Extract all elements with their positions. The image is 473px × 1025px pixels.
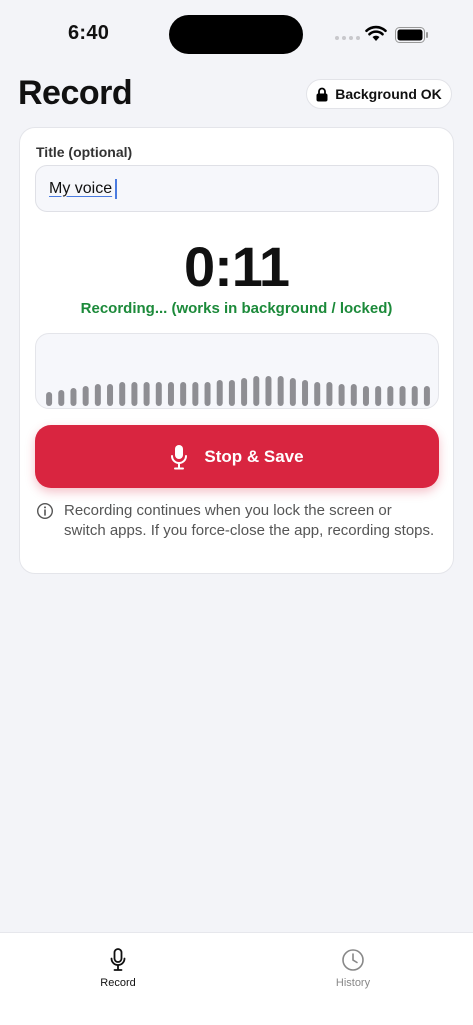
waveform-bar bbox=[399, 386, 406, 406]
waveform-bar bbox=[192, 382, 199, 406]
recording-timer: 0:11 bbox=[184, 235, 290, 298]
waveform-bar bbox=[204, 382, 211, 406]
wifi-icon bbox=[365, 25, 387, 41]
waveform-bar bbox=[326, 382, 333, 406]
waveform-bar bbox=[82, 386, 89, 406]
waveform-bar bbox=[155, 382, 162, 406]
text-caret bbox=[115, 178, 117, 199]
waveform-bar bbox=[241, 378, 248, 406]
badge-label: Background OK bbox=[335, 86, 442, 102]
waveform-visualizer bbox=[35, 333, 439, 409]
cellular-signal-icon bbox=[335, 36, 360, 40]
waveform-bar bbox=[46, 392, 53, 406]
waveform-bar bbox=[423, 386, 430, 406]
waveform-bar bbox=[289, 378, 296, 406]
waveform-bar bbox=[350, 384, 357, 406]
waveform-bar bbox=[411, 386, 418, 406]
waveform-bars bbox=[46, 376, 430, 406]
info-icon bbox=[36, 502, 54, 520]
waveform-bar bbox=[119, 382, 126, 406]
tab-record[interactable]: Record bbox=[58, 948, 178, 989]
waveform-bar bbox=[265, 376, 272, 406]
microphone-icon bbox=[171, 444, 188, 469]
status-bar: 6:40 bbox=[0, 0, 473, 70]
waveform-bar bbox=[302, 380, 309, 406]
waveform-bar bbox=[253, 376, 260, 406]
microphone-icon bbox=[110, 948, 126, 971]
record-card: Title (optional) My voice 0:11 Recording… bbox=[19, 127, 454, 574]
battery-icon bbox=[395, 27, 428, 43]
page-title: Record bbox=[18, 74, 133, 112]
waveform-bar bbox=[131, 382, 138, 406]
waveform-bar bbox=[94, 384, 101, 406]
stop-and-save-label: Stop & Save bbox=[204, 446, 304, 466]
waveform-bar bbox=[107, 384, 114, 406]
waveform-bar bbox=[167, 382, 174, 406]
tab-record-label: Record bbox=[100, 977, 136, 989]
waveform-bar bbox=[362, 386, 369, 406]
waveform-bar bbox=[375, 386, 382, 406]
status-time: 6:40 bbox=[68, 22, 110, 44]
lock-icon bbox=[316, 87, 328, 101]
waveform-bar bbox=[216, 380, 223, 406]
waveform-bar bbox=[314, 382, 321, 406]
waveform-bar bbox=[277, 376, 284, 406]
waveform-bar bbox=[387, 386, 394, 406]
clock-icon bbox=[342, 949, 364, 971]
info-text: Recording continues when you lock the sc… bbox=[64, 502, 435, 539]
title-field-label: Title (optional) bbox=[36, 144, 133, 160]
title-input-value: My voice bbox=[49, 179, 113, 197]
dynamic-island bbox=[169, 15, 303, 54]
title-input[interactable]: My voice bbox=[35, 165, 439, 212]
waveform-bar bbox=[143, 382, 150, 406]
tab-bar: Record History bbox=[0, 932, 473, 1025]
waveform-bar bbox=[228, 380, 235, 406]
waveform-bar bbox=[180, 382, 187, 406]
recording-status-text: Recording... (works in background / lock… bbox=[80, 300, 393, 317]
tab-history[interactable]: History bbox=[293, 948, 413, 989]
waveform-bar bbox=[58, 390, 65, 406]
tab-history-label: History bbox=[335, 977, 371, 989]
waveform-bar bbox=[338, 384, 345, 406]
info-note: Recording continues when you lock the sc… bbox=[36, 501, 436, 541]
stop-and-save-button[interactable]: Stop & Save bbox=[35, 425, 439, 488]
waveform-bar bbox=[70, 388, 77, 406]
background-status-badge[interactable]: Background OK bbox=[306, 79, 452, 109]
